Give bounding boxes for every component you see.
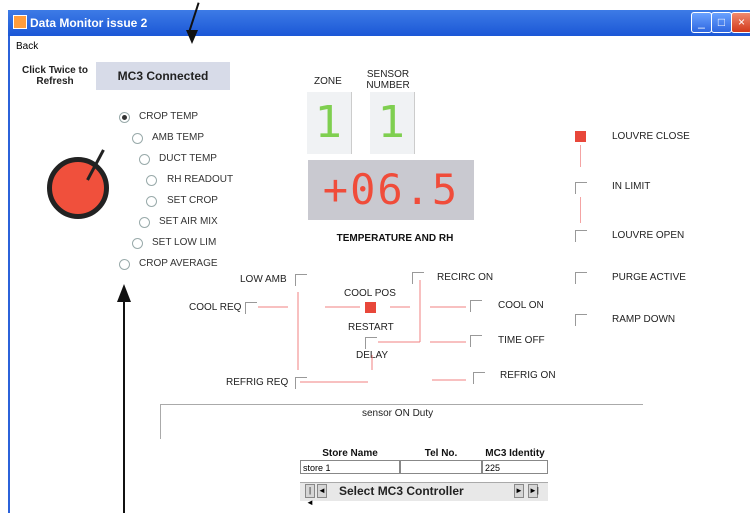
col-tel-no: Tel No. bbox=[424, 448, 458, 459]
radio-set-low-lim[interactable] bbox=[132, 238, 143, 249]
app-icon bbox=[13, 15, 27, 29]
radio-crop-temp[interactable] bbox=[119, 112, 130, 123]
radio-crop-average[interactable] bbox=[119, 259, 130, 270]
radio-label: CROP TEMP bbox=[139, 111, 199, 122]
radio-label: SET AIR MIX bbox=[159, 216, 218, 227]
radio-amb-temp[interactable] bbox=[132, 133, 143, 144]
sensor-duty-text: sensor ON Duty bbox=[362, 408, 434, 419]
selector-knob[interactable] bbox=[47, 157, 109, 219]
radio-rh-readout[interactable] bbox=[146, 175, 157, 186]
nav-next-icon[interactable]: ► bbox=[514, 484, 524, 498]
purge-active-label: PURGE ACTIVE bbox=[612, 272, 686, 283]
mc3-identity-cell[interactable]: 225 bbox=[482, 460, 548, 474]
logic-diagram-arrows bbox=[258, 280, 466, 383]
tel-no-cell[interactable] bbox=[400, 460, 482, 474]
purge-active-indicator bbox=[575, 272, 587, 284]
flow-line bbox=[580, 197, 581, 223]
annotation-arrow-head bbox=[186, 30, 198, 44]
zone-display: 1 bbox=[307, 92, 352, 154]
temperature-caption: TEMPERATURE AND RH bbox=[336, 233, 454, 244]
radio-label: CROP AVERAGE bbox=[139, 258, 218, 269]
back-menu[interactable]: Back bbox=[16, 41, 38, 52]
refrig-on-label: REFRIG ON bbox=[500, 370, 556, 381]
radio-label: DUCT TEMP bbox=[159, 153, 217, 164]
nav-last-icon[interactable]: ►| bbox=[528, 484, 539, 498]
sensor-display: 1 bbox=[370, 92, 415, 154]
col-mc3-identity: MC3 Identity bbox=[485, 448, 545, 459]
radio-label: AMB TEMP bbox=[152, 132, 205, 143]
radio-set-air-mix[interactable] bbox=[139, 217, 150, 228]
annotation-arrow-line bbox=[123, 300, 125, 513]
zone-label: ZONE bbox=[314, 76, 342, 87]
louvre-close-indicator bbox=[575, 131, 586, 142]
minimize-icon[interactable]: _ bbox=[691, 12, 712, 33]
radio-duct-temp[interactable] bbox=[139, 154, 150, 165]
refresh-hint: Click Twice to Refresh bbox=[22, 65, 88, 87]
radio-set-crop[interactable] bbox=[146, 196, 157, 207]
sensor-number-label: SENSOR NUMBER bbox=[366, 69, 410, 91]
in-limit-label: IN LIMIT bbox=[612, 181, 651, 192]
louvre-open-indicator bbox=[575, 230, 587, 242]
flow-line bbox=[580, 145, 581, 167]
nav-prev-icon[interactable]: ◄ bbox=[317, 484, 327, 498]
in-limit-indicator bbox=[575, 182, 587, 194]
radio-label: SET CROP bbox=[167, 195, 218, 206]
louvre-open-label: LOUVRE OPEN bbox=[612, 230, 685, 241]
nav-first-icon[interactable]: |◄ bbox=[305, 484, 315, 507]
cool-req-label: COOL REQ bbox=[189, 302, 242, 313]
temperature-display: +06.5 bbox=[308, 160, 474, 220]
ramp-down-label: RAMP DOWN bbox=[612, 314, 676, 325]
window-title: Data Monitor issue 2 bbox=[30, 16, 148, 30]
close-icon[interactable]: × bbox=[731, 12, 750, 33]
ramp-down-indicator bbox=[575, 314, 587, 326]
cool-on-label: COOL ON bbox=[498, 300, 544, 311]
maximize-icon[interactable]: □ bbox=[711, 12, 732, 33]
col-store-name: Store Name bbox=[322, 448, 378, 459]
radio-label: RH READOUT bbox=[167, 174, 234, 185]
louvre-close-label: LOUVRE CLOSE bbox=[612, 131, 690, 142]
radio-label: SET LOW LIM bbox=[152, 237, 217, 248]
select-controller-label: Select MC3 Controller bbox=[339, 484, 464, 498]
store-name-cell[interactable]: store 1 bbox=[300, 460, 400, 474]
time-off-label: TIME OFF bbox=[498, 335, 545, 346]
annotation-arrow-head bbox=[117, 284, 131, 302]
connection-status[interactable]: MC3 Connected bbox=[96, 62, 230, 90]
